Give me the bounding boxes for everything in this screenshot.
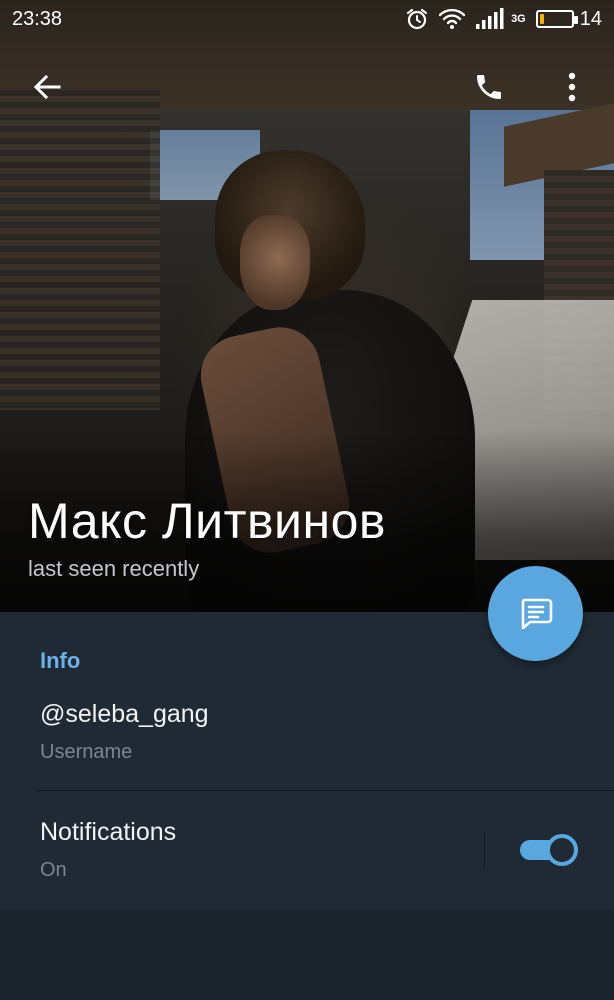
toggle-separator (484, 832, 485, 868)
arrow-left-icon (33, 74, 61, 100)
battery-fill (539, 14, 544, 24)
alarm-icon (405, 7, 429, 31)
notifications-toggle[interactable] (520, 834, 578, 866)
battery-icon: 14 (535, 7, 602, 31)
photo-hut-left (0, 90, 160, 410)
top-app-bar (0, 50, 614, 120)
more-options-button[interactable] (548, 60, 596, 114)
back-button[interactable] (20, 60, 74, 114)
notifications-value: On (40, 859, 67, 881)
send-message-button[interactable] (488, 566, 583, 661)
toggle-thumb (546, 834, 578, 866)
row-divider (36, 790, 614, 791)
more-vertical-icon (568, 72, 576, 102)
notifications-row[interactable]: Notifications On (40, 818, 176, 882)
profile-screen: 23:38 3G 14 Макс Литвинов last seen rece… (0, 0, 614, 1000)
message-icon (521, 598, 552, 629)
status-icons: 3G 14 (405, 7, 602, 31)
wifi-icon (439, 7, 466, 31)
username-row[interactable]: @seleba_gang Username (40, 700, 209, 764)
signal-icon (475, 7, 505, 31)
empty-area (0, 910, 614, 1000)
status-time: 23:38 (12, 7, 63, 30)
info-section-title: Info (40, 648, 81, 673)
username-value: @seleba_gang (40, 700, 209, 728)
battery-shell (535, 10, 578, 28)
profile-last-seen: last seen recently (28, 556, 200, 581)
profile-name: Макс Литвинов (28, 493, 386, 549)
status-bar: 23:38 3G 14 (0, 0, 614, 38)
phone-icon (477, 75, 501, 99)
battery-level: 14 (579, 7, 602, 30)
network-type: 3G (511, 13, 526, 25)
call-button[interactable] (462, 60, 516, 114)
notifications-title: Notifications (40, 818, 177, 846)
photo-person-face (240, 215, 310, 310)
username-label: Username (40, 741, 133, 763)
